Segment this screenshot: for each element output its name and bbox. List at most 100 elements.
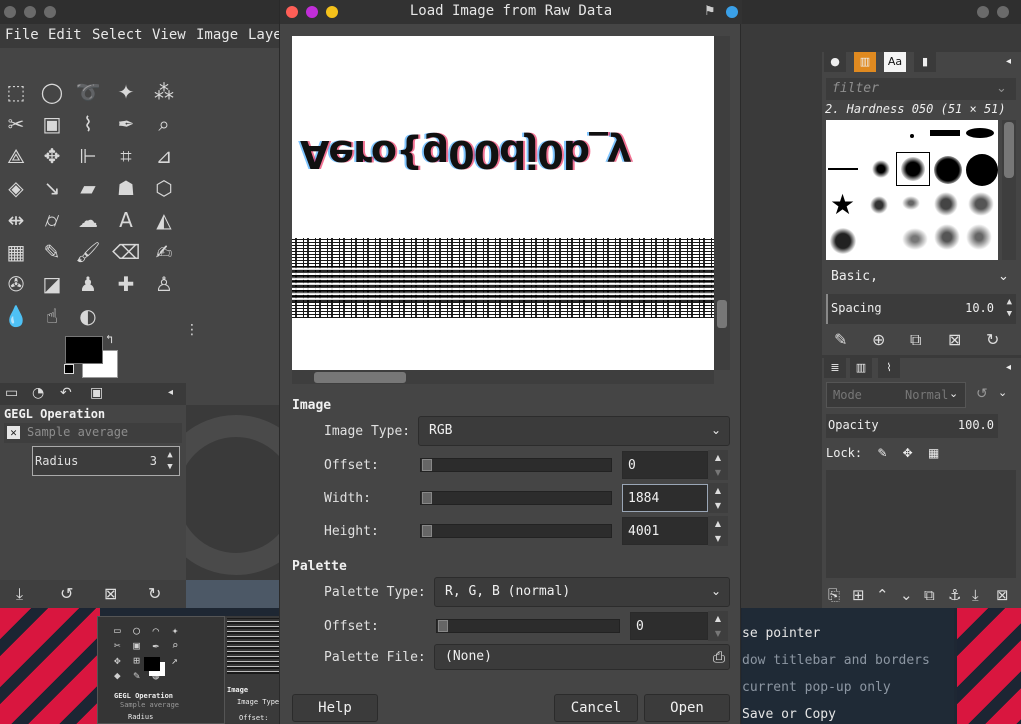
palette-offset-value[interactable]: 0 bbox=[636, 619, 644, 634]
width-stepper[interactable]: ▲ ▼ bbox=[708, 483, 728, 513]
window-minimize-button[interactable] bbox=[24, 6, 36, 18]
layers-list[interactable] bbox=[826, 470, 1016, 578]
ellipse-select-icon[interactable]: ◯ bbox=[38, 78, 66, 106]
lock-alpha-icon[interactable]: ▦ bbox=[928, 446, 939, 460]
brush-preview[interactable] bbox=[966, 128, 994, 138]
menu-item-save-copy[interactable]: Save or Copy bbox=[742, 707, 836, 722]
decrement-icon[interactable]: ▼ bbox=[708, 531, 728, 546]
merge-layer-icon[interactable]: ⤓ bbox=[972, 586, 979, 604]
preview-horizontal-scrollbar[interactable] bbox=[292, 370, 714, 384]
blur-icon[interactable]: 💧 bbox=[2, 302, 30, 330]
opacity-field[interactable]: Opacity 100.0 bbox=[826, 414, 998, 438]
mypaint-brush-icon[interactable]: ◪ bbox=[38, 270, 66, 298]
zoom-icon[interactable]: ⌕ bbox=[150, 110, 178, 138]
clear-operation-icon[interactable]: ✕ bbox=[7, 426, 20, 439]
image-type-select[interactable]: RGB ⌄ bbox=[418, 416, 730, 446]
spacing-spin-icon[interactable]: ▲ ▼ bbox=[1007, 296, 1012, 320]
reset-options-icon[interactable]: ↻ bbox=[148, 584, 161, 603]
brush-preview[interactable] bbox=[910, 134, 914, 138]
brushes-tab-icon[interactable]: ● bbox=[824, 52, 846, 72]
filter-dropdown-icon[interactable]: ⌄ bbox=[996, 81, 1007, 96]
layers-tab-icon[interactable]: ≣ bbox=[824, 358, 846, 378]
menu-layer[interactable]: Laye bbox=[248, 27, 282, 43]
measure-icon[interactable]: ⟁ bbox=[2, 142, 30, 170]
layers-tab-menu-icon[interactable]: ◂ bbox=[1006, 362, 1011, 373]
brush-preview[interactable] bbox=[934, 224, 960, 250]
slider-handle[interactable] bbox=[438, 620, 448, 632]
radius-value[interactable]: 3 bbox=[150, 454, 157, 468]
brush-filter-input[interactable]: filter ⌄ bbox=[826, 78, 1016, 100]
menu-view[interactable]: View bbox=[152, 27, 186, 43]
decrement-icon[interactable]: ▼ bbox=[708, 498, 728, 513]
menu-select[interactable]: Select bbox=[92, 27, 143, 43]
brush-grid-scrollbar[interactable] bbox=[1002, 120, 1016, 260]
help-button[interactable]: Help bbox=[292, 694, 378, 722]
cage-icon[interactable]: ☗ bbox=[112, 174, 140, 202]
slider-handle[interactable] bbox=[422, 492, 432, 504]
open-file-icon[interactable]: ⎙ bbox=[713, 648, 725, 666]
palette-offset-input[interactable]: 0 bbox=[630, 612, 708, 640]
duplicate-layer-icon[interactable]: ⧉ bbox=[924, 586, 935, 604]
window-close-button[interactable] bbox=[4, 6, 16, 18]
offset-stepper[interactable]: ▲ ▼ bbox=[708, 450, 728, 480]
dock-minimize-button[interactable] bbox=[977, 6, 989, 18]
scissors-icon[interactable]: ✂ bbox=[2, 110, 30, 138]
undo-history-tab-icon[interactable]: ↶ bbox=[60, 385, 72, 401]
menu-item-pointer[interactable]: se pointer bbox=[742, 626, 820, 641]
restore-options-icon[interactable]: ↺ bbox=[60, 584, 73, 603]
new-layer-group-icon[interactable]: ⊞ bbox=[852, 586, 865, 604]
increment-icon[interactable]: ▲ bbox=[708, 483, 728, 498]
smudge-icon[interactable]: ☁ bbox=[74, 206, 102, 234]
align-icon[interactable]: ⊩ bbox=[74, 142, 102, 170]
dialog-shade-button[interactable] bbox=[726, 6, 738, 18]
palette-file-chooser[interactable]: (None) ⎙ bbox=[434, 644, 730, 670]
height-stepper[interactable]: ▲ ▼ bbox=[708, 516, 728, 546]
swap-colors-icon[interactable]: ↰ bbox=[106, 332, 113, 346]
brush-preview[interactable] bbox=[930, 130, 960, 136]
menu-edit[interactable]: Edit bbox=[48, 27, 82, 43]
brush-preview-star[interactable]: ★ bbox=[830, 188, 855, 221]
brush-preview[interactable] bbox=[830, 228, 856, 254]
chevron-down-icon[interactable]: ⌄ bbox=[998, 386, 1007, 399]
color-picker-icon[interactable]: ✒ bbox=[112, 110, 140, 138]
brush-preview[interactable] bbox=[966, 224, 992, 250]
slider-handle[interactable] bbox=[422, 525, 432, 537]
heal-icon[interactable]: ✚ bbox=[112, 270, 140, 298]
text-tool-icon[interactable]: A bbox=[112, 206, 140, 234]
decrement-icon[interactable]: ▼ bbox=[708, 626, 728, 641]
new-layer-icon[interactable]: ⎘ bbox=[828, 586, 840, 604]
dock-close-button[interactable] bbox=[997, 6, 1009, 18]
tab-menu-icon[interactable]: ◂ bbox=[168, 387, 173, 398]
open-button[interactable]: Open bbox=[644, 694, 730, 722]
brush-preview[interactable] bbox=[934, 156, 962, 184]
layer-mode-select[interactable]: Mode Normal ⌄ bbox=[826, 382, 966, 408]
opacity-value[interactable]: 100.0 bbox=[958, 418, 994, 432]
palette-offset-slider[interactable] bbox=[436, 619, 620, 633]
device-status-tab-icon[interactable]: ◔ bbox=[32, 385, 44, 401]
foreground-select-icon[interactable]: ▣ bbox=[38, 110, 66, 138]
brush-preview[interactable] bbox=[968, 192, 994, 216]
raise-layer-icon[interactable]: ⌃ bbox=[876, 586, 889, 604]
increment-icon[interactable]: ▲ bbox=[708, 516, 728, 531]
color-select-icon[interactable]: ⁂ bbox=[150, 78, 178, 106]
brush-preview[interactable] bbox=[901, 157, 925, 181]
anchor-layer-icon[interactable]: ⚓ bbox=[948, 586, 961, 604]
tool-options-tab-icon[interactable]: ▭ bbox=[5, 385, 18, 401]
edit-brush-icon[interactable]: ✎ bbox=[834, 330, 847, 349]
increment-icon[interactable]: ▲ bbox=[708, 450, 728, 465]
spacing-value[interactable]: 10.0 bbox=[965, 301, 994, 315]
menu-file[interactable]: File bbox=[5, 27, 39, 43]
refresh-brushes-icon[interactable]: ↻ bbox=[986, 330, 999, 349]
brush-preview[interactable] bbox=[934, 192, 958, 216]
brush-scroll-thumb[interactable] bbox=[1004, 122, 1014, 178]
fonts-tab-icon[interactable]: Aa bbox=[884, 52, 906, 72]
eraser-icon[interactable]: ⌫ bbox=[112, 238, 140, 266]
lock-position-icon[interactable]: ✥ bbox=[903, 446, 913, 460]
rect-select-icon[interactable]: ⬚ bbox=[2, 78, 30, 106]
slider-handle[interactable] bbox=[422, 459, 432, 471]
unified-transform-icon[interactable]: ⊿ bbox=[150, 142, 178, 170]
delete-layer-icon[interactable]: ⊠ bbox=[996, 586, 1009, 604]
brush-preview[interactable] bbox=[872, 160, 890, 178]
increment-icon[interactable]: ▲ bbox=[708, 611, 728, 626]
width-input[interactable]: 1884 bbox=[622, 484, 708, 512]
